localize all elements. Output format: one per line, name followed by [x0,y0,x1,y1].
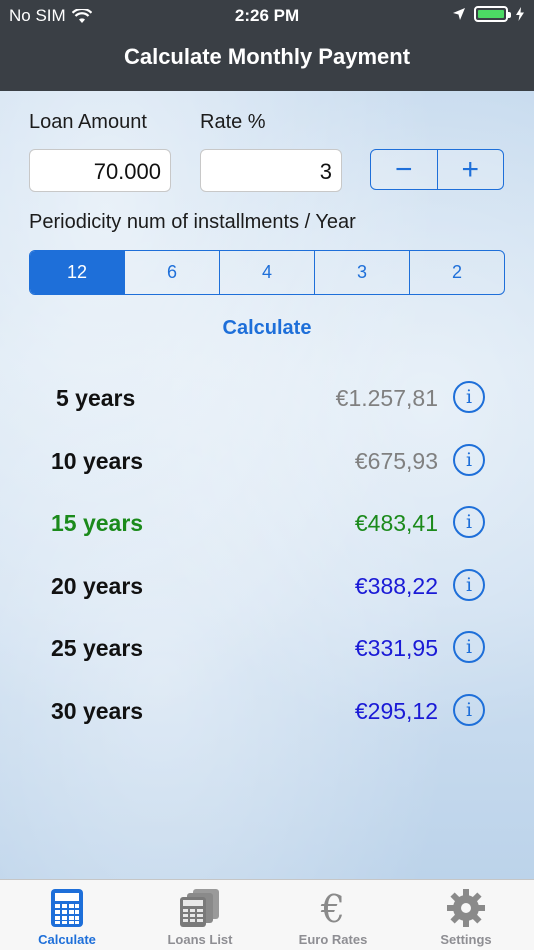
tab-loans-list-label: Loans List [167,932,233,947]
tab-euro-rates-label: Euro Rates [298,932,368,947]
result-years: 10 years [51,448,144,474]
tab-settings[interactable]: Settings [399,880,533,950]
periodicity-option-4[interactable]: 4 [219,251,314,294]
result-row-30-years: 30 years €295,12 i [0,688,534,738]
rate-label: Rate % [200,111,266,133]
info-icon[interactable]: i [453,694,485,726]
battery-level [478,10,504,18]
result-row-5-years: 5 years €1.257,81 i [0,375,534,425]
tab-loans-list[interactable]: Loans List [133,880,267,950]
info-icon[interactable]: i [453,631,485,663]
periodicity-option-12[interactable]: 12 [30,251,124,294]
result-years: 5 years [56,385,136,411]
tab-euro-rates[interactable]: € Euro Rates [266,880,400,950]
result-row-15-years: 15 years €483,41 i [0,500,534,550]
loan-amount-label: Loan Amount [29,111,147,133]
result-row-10-years: 10 years €675,93 i [0,438,534,488]
periodicity-option-2[interactable]: 2 [409,251,504,294]
loans-list-icon [180,889,219,927]
result-years: 20 years [51,573,144,599]
result-row-20-years: 20 years €388,22 i [0,563,534,613]
result-amount: €1.257,81 [335,385,438,411]
periodicity-option-6[interactable]: 6 [124,251,219,294]
status-bar: No SIM 2:26 PM [0,0,534,32]
header: No SIM 2:26 PM Calculate Monthly Payment [0,0,534,91]
gear-icon [447,889,485,927]
result-years: 25 years [51,635,144,661]
result-amount: €295,12 [354,698,438,724]
result-amount: €675,93 [354,448,438,474]
stepper-plus-button[interactable]: + [436,150,504,189]
euro-icon: € [320,888,345,928]
location-arrow-icon [453,8,465,20]
calculator-icon [51,889,83,927]
result-amount: €483,41 [354,510,438,536]
result-amount: €388,22 [354,573,438,599]
rate-stepper: − + [370,149,504,190]
periodicity-segmented-control: 12 6 4 3 2 [29,250,505,295]
tab-settings-label: Settings [440,932,492,947]
info-icon[interactable]: i [453,444,485,476]
battery-icon [474,6,511,22]
result-amount: €331,95 [354,635,438,661]
rate-field[interactable]: 3 [200,149,342,192]
periodicity-label: Periodicity num of installments / Year [29,211,356,233]
info-icon[interactable]: i [453,569,485,601]
result-years: 15 years [51,510,144,536]
result-years: 30 years [51,698,144,724]
tab-calculate-label: Calculate [38,932,96,947]
status-right [452,6,524,22]
periodicity-option-3[interactable]: 3 [314,251,409,294]
main-content: Loan Amount Rate % 70.000 3 − + Periodic… [0,91,534,879]
loan-amount-field[interactable]: 70.000 [29,149,171,192]
tab-calculate[interactable]: Calculate [0,880,134,950]
stepper-minus-button[interactable]: − [371,150,437,189]
svg-text:€: € [320,888,345,928]
tab-bar: Calculate Loans List € Euro Rates Settin… [0,879,534,950]
page-title: Calculate Monthly Payment [123,44,411,69]
info-icon[interactable]: i [453,506,485,538]
charging-bolt-icon [516,7,524,21]
info-icon[interactable]: i [453,381,485,413]
result-row-25-years: 25 years €331,95 i [0,625,534,675]
calculate-button[interactable]: Calculate [0,317,534,340]
